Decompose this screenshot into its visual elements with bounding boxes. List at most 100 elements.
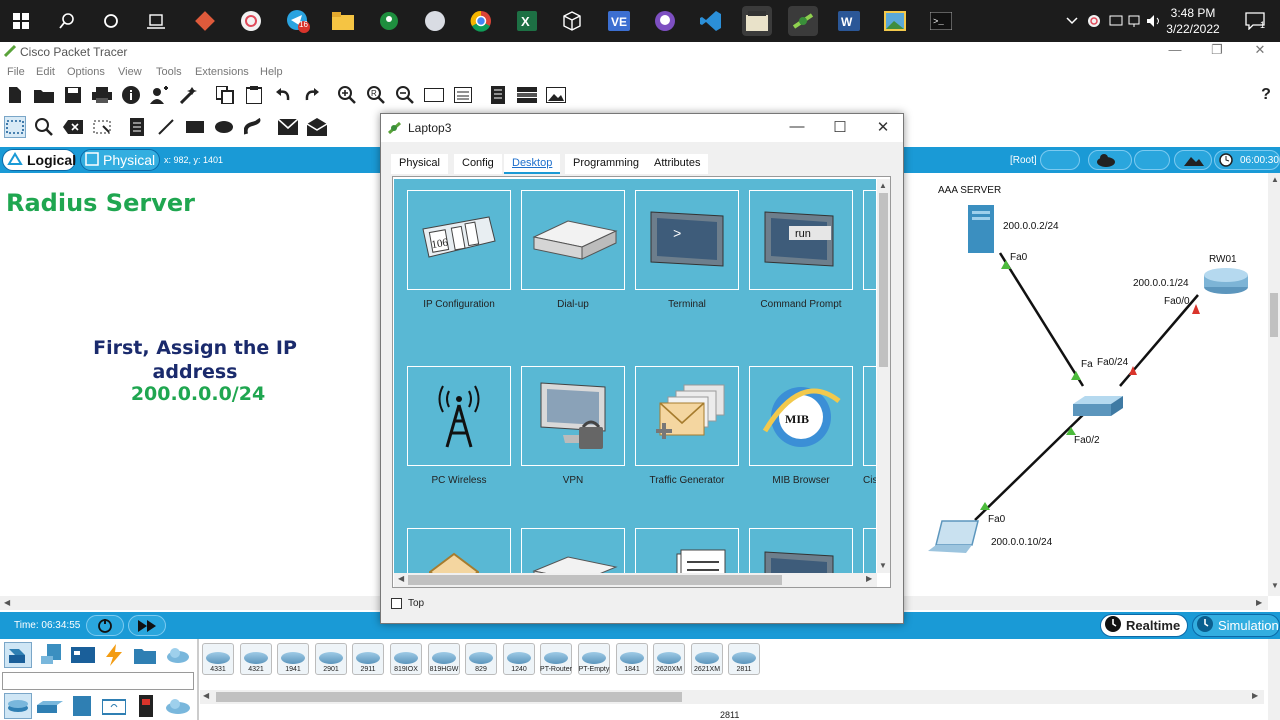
device-model-tile[interactable]: 819HGW: [428, 643, 460, 675]
workspace-title-note[interactable]: Radius Server: [6, 189, 195, 217]
back-level-button[interactable]: [1040, 150, 1080, 170]
app-partial-row1[interactable]: [863, 190, 876, 290]
app-terminal[interactable]: > Terminal: [635, 190, 739, 311]
switch-icon[interactable]: [1073, 392, 1123, 421]
device-model-tile[interactable]: PT-Empty: [578, 643, 610, 675]
tab-config[interactable]: Config: [454, 154, 502, 174]
tab-attributes[interactable]: Attributes: [646, 154, 709, 174]
end-devices-category-icon[interactable]: [38, 642, 66, 668]
scroll-down-icon[interactable]: ▼: [879, 561, 887, 570]
scroll-up-icon[interactable]: ▲: [1271, 175, 1279, 184]
link-server-switch[interactable]: [998, 252, 1085, 387]
instruction-note[interactable]: First, Assign the IP address: [70, 336, 320, 384]
place-note-icon[interactable]: [126, 116, 148, 138]
device-model-tile[interactable]: 2901: [315, 643, 347, 675]
github-icon[interactable]: [650, 6, 680, 36]
close-icon[interactable]: ✕: [1245, 42, 1275, 58]
scroll-right-icon[interactable]: ▶: [1256, 598, 1262, 607]
print-icon[interactable]: [91, 84, 113, 106]
file-explorer-icon[interactable]: [328, 6, 358, 36]
desktop-horizontal-scroll-thumb[interactable]: [408, 575, 782, 585]
app-vpn[interactable]: VPN: [521, 366, 625, 487]
freeform-icon[interactable]: [242, 116, 264, 138]
app-email[interactable]: [407, 528, 511, 573]
save-icon[interactable]: [62, 84, 84, 106]
add-complex-pdu-icon[interactable]: [306, 116, 328, 138]
new-cluster-button[interactable]: [1088, 150, 1132, 170]
device-template-icon[interactable]: [516, 84, 538, 106]
app-gray-circle-icon[interactable]: [420, 6, 450, 36]
simulation-mode-button[interactable]: Simulation: [1192, 614, 1280, 637]
zoom-reset-icon[interactable]: R: [365, 84, 387, 106]
network-wizard-icon[interactable]: [149, 84, 171, 106]
info-icon[interactable]: [120, 84, 142, 106]
fast-forward-button[interactable]: [128, 615, 166, 636]
scroll-down-icon[interactable]: ▼: [1271, 581, 1279, 590]
device-model-tile[interactable]: 1240: [503, 643, 535, 675]
app-command-prompt[interactable]: run Command Prompt: [749, 190, 853, 311]
menu-view[interactable]: View: [118, 66, 142, 78]
minimize-icon[interactable]: —: [1160, 42, 1190, 57]
packet-tracer-taskbar-icon[interactable]: [788, 6, 818, 36]
switches-subcategory-icon[interactable]: [36, 693, 64, 719]
activity-wizard-icon[interactable]: [178, 84, 200, 106]
tray-network-icon[interactable]: [1124, 6, 1144, 36]
device-model-tile[interactable]: 2621XM: [691, 643, 723, 675]
device-model-tile[interactable]: 2811: [728, 643, 760, 675]
visio-icon[interactable]: VE: [604, 6, 634, 36]
router-rw01-icon[interactable]: [1203, 267, 1249, 298]
connections-category-icon[interactable]: [100, 642, 128, 668]
app-pppoe-dialer[interactable]: [521, 528, 625, 573]
device-list-scroll-thumb[interactable]: [216, 692, 682, 702]
components-category-icon[interactable]: [69, 642, 97, 668]
aaa-server-icon[interactable]: [966, 205, 996, 256]
dialog-titlebar[interactable]: Laptop3 — ☐ ✕: [381, 114, 903, 142]
undo-icon[interactable]: [272, 84, 294, 106]
power-cycle-button[interactable]: [86, 615, 124, 636]
device-model-tile[interactable]: 4321: [240, 643, 272, 675]
notification-center-icon[interactable]: 1: [1240, 6, 1270, 36]
menu-edit[interactable]: Edit: [36, 66, 55, 78]
windows-start-icon[interactable]: [6, 6, 36, 36]
word-icon[interactable]: W: [834, 6, 864, 36]
vscode-icon[interactable]: [696, 6, 726, 36]
new-file-icon[interactable]: [4, 84, 26, 106]
inspect-icon[interactable]: [33, 116, 55, 138]
draw-rectangle-icon[interactable]: [184, 116, 206, 138]
task-view-icon[interactable]: [141, 6, 171, 36]
add-simple-pdu-icon[interactable]: [277, 116, 299, 138]
scroll-up-icon[interactable]: ▲: [879, 181, 887, 190]
app-dial-up[interactable]: Dial-up: [521, 190, 625, 311]
custom-device-icon[interactable]: [452, 84, 474, 106]
scroll-left-icon[interactable]: ◀: [398, 574, 404, 583]
move-object-button[interactable]: [1134, 150, 1170, 170]
root-label[interactable]: [Root]: [1010, 155, 1037, 166]
wireless-devices-subcategory-icon[interactable]: [100, 693, 128, 719]
desktop-vertical-scrollbar[interactable]: ▲ ▼: [877, 179, 890, 573]
menu-help[interactable]: Help: [260, 66, 283, 78]
set-tiled-background-button[interactable]: [1174, 150, 1212, 170]
redo-icon[interactable]: [301, 84, 323, 106]
wan-emulation-subcategory-icon[interactable]: [164, 693, 192, 719]
app-ip-configuration[interactable]: 106 IP Configuration: [407, 190, 511, 311]
drawing-palette-icon[interactable]: [423, 84, 445, 106]
device-model-tile[interactable]: 1841: [616, 643, 648, 675]
telegram-icon[interactable]: 16: [283, 6, 313, 36]
clock-time[interactable]: 3:48 PM: [1158, 6, 1228, 20]
scroll-left-icon[interactable]: ◀: [203, 691, 209, 700]
dialog-close-icon[interactable]: ✕: [868, 118, 898, 136]
menu-options[interactable]: Options: [67, 66, 105, 78]
miscellaneous-category-icon[interactable]: [131, 642, 159, 668]
dialog-minimize-icon[interactable]: —: [782, 118, 812, 135]
cortana-icon[interactable]: [96, 6, 126, 36]
delete-icon[interactable]: [62, 116, 84, 138]
scroll-right-icon[interactable]: ▶: [1252, 691, 1258, 700]
app-pc-wireless[interactable]: PC Wireless: [407, 366, 511, 487]
open-folder-icon[interactable]: [33, 84, 55, 106]
logical-view-button[interactable]: Logical: [2, 149, 76, 171]
desktop-vertical-scroll-thumb[interactable]: [879, 193, 888, 367]
device-model-tile[interactable]: PT-Router: [540, 643, 572, 675]
photos-icon[interactable]: [880, 6, 910, 36]
search-icon[interactable]: [52, 6, 82, 36]
tab-physical[interactable]: Physical: [391, 154, 448, 174]
